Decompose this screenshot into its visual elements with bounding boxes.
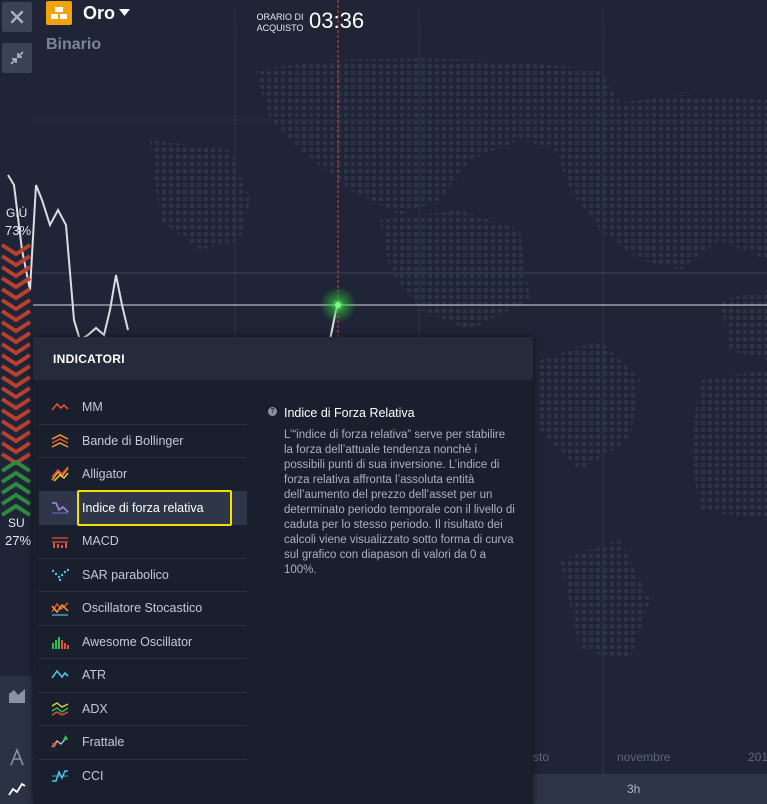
awesome-oscillator-icon [52, 636, 69, 649]
indicator-item-mm[interactable]: MM [39, 391, 247, 425]
cci-icon [52, 769, 68, 782]
alligator-icon [51, 466, 69, 482]
fractal-icon [51, 735, 68, 748]
indicator-item-alligator[interactable]: Alligator [39, 458, 247, 492]
indicator-item-cci[interactable]: CCI [39, 760, 247, 794]
indicator-label: SAR parabolico [82, 567, 169, 582]
down-arrow [0, 287, 32, 301]
up-label: SU [8, 516, 25, 530]
indicator-description-title: Indice di Forza Relativa [284, 406, 415, 420]
down-percentage: 73% [5, 223, 32, 238]
indicator-item-bollinger[interactable]: Bande di Bollinger [39, 425, 247, 458]
rsi-icon [52, 501, 69, 513]
atr-icon [51, 669, 69, 679]
down-arrow [0, 375, 32, 389]
chart-type-icon[interactable] [8, 686, 26, 704]
indicator-item-awesome[interactable]: Awesome Oscillator [39, 626, 247, 659]
timeline-label-1: sto [533, 750, 550, 764]
indicators-panel: INDICATORI MM Bande di Bollinger Alligat… [33, 337, 533, 804]
timeframe-label[interactable]: 3h [627, 782, 640, 796]
down-arrow [0, 276, 32, 290]
indicator-label: Oscillatore Stocastico [82, 601, 203, 616]
up-arrow [0, 459, 32, 473]
purchase-time-label: ORARIO DI ACQUISTO [256, 12, 304, 33]
up-arrow [0, 481, 32, 495]
purchase-time: 03:36 [309, 8, 365, 33]
indicator-label: MM [82, 400, 103, 415]
up-arrow [0, 470, 32, 484]
collapse-icon [10, 51, 24, 65]
indicator-item-stochastic[interactable]: Oscillatore Stocastico [39, 592, 247, 626]
indicators-icon[interactable] [8, 780, 26, 798]
up-arrow [0, 492, 32, 506]
indicator-item-atr[interactable]: ATR [39, 659, 247, 693]
down-arrow [0, 265, 32, 279]
indicator-item-macd[interactable]: MACD [39, 525, 247, 559]
macd-icon [52, 537, 68, 548]
timeline-label-2: novembre [617, 750, 671, 764]
indicator-description-body: L’“indice di forza relativa” serve per s… [284, 429, 515, 576]
indicator-item-sar[interactable]: SAR parabolico [39, 559, 247, 592]
down-arrow [0, 243, 32, 257]
down-arrow [0, 353, 32, 367]
parabolic-sar-icon [51, 568, 69, 581]
down-arrow [0, 430, 32, 444]
drawing-tools-icon[interactable] [8, 748, 26, 766]
indicator-label: ATR [82, 668, 107, 683]
down-arrow [0, 320, 32, 334]
down-label: GIÙ [6, 206, 28, 220]
down-arrow [0, 408, 32, 422]
down-arrow [0, 331, 32, 345]
info-icon: ? [268, 407, 277, 416]
down-arrow [0, 386, 32, 400]
indicator-label: ADX [82, 701, 108, 716]
stochastic-oscillator-icon [51, 602, 69, 616]
indicator-label: MACD [82, 534, 119, 549]
down-arrow [0, 397, 32, 411]
asset-name[interactable]: Oro [83, 3, 115, 24]
down-arrow [0, 441, 32, 455]
indicator-label: Indice di forza relativa [82, 500, 204, 515]
timeline-label-3: 201 [748, 750, 767, 764]
close-button[interactable] [2, 2, 32, 32]
down-arrow [0, 364, 32, 378]
indicator-item-rsi[interactable]: Indice di forza relativa [39, 491, 247, 525]
indicator-item-fractal[interactable]: Frattale [39, 726, 247, 760]
indicator-label: Frattale [82, 735, 125, 750]
minimize-button[interactable] [2, 43, 32, 73]
moving-average-icon [51, 402, 69, 411]
indicator-label: Bande di Bollinger [82, 433, 184, 448]
gold-bars-icon [51, 7, 67, 19]
asset-mode: Binario [46, 36, 102, 53]
adx-icon [51, 701, 69, 716]
indicator-label: Awesome Oscillator [82, 634, 193, 649]
sentiment-arrows [0, 243, 32, 517]
down-arrow [0, 419, 32, 433]
down-arrow [0, 254, 32, 268]
asset-icon[interactable] [46, 1, 72, 25]
indicator-label: CCI [82, 769, 104, 784]
chart-tools-strip [0, 676, 33, 804]
down-arrow [0, 342, 32, 356]
indicator-label: Alligator [82, 467, 128, 482]
up-percentage: 27% [5, 533, 32, 548]
chevron-down-icon[interactable] [119, 9, 130, 17]
indicators-list: MM Bande di Bollinger Alligator Indice d… [39, 391, 247, 793]
panel-title: INDICATORI [33, 337, 533, 380]
bollinger-bands-icon [51, 433, 69, 448]
up-arrow [0, 503, 32, 517]
down-arrow [0, 298, 32, 312]
timeframe-bar[interactable] [533, 774, 767, 804]
down-arrow [0, 309, 32, 323]
indicator-item-adx[interactable]: ADX [39, 693, 247, 726]
close-icon [10, 10, 24, 24]
